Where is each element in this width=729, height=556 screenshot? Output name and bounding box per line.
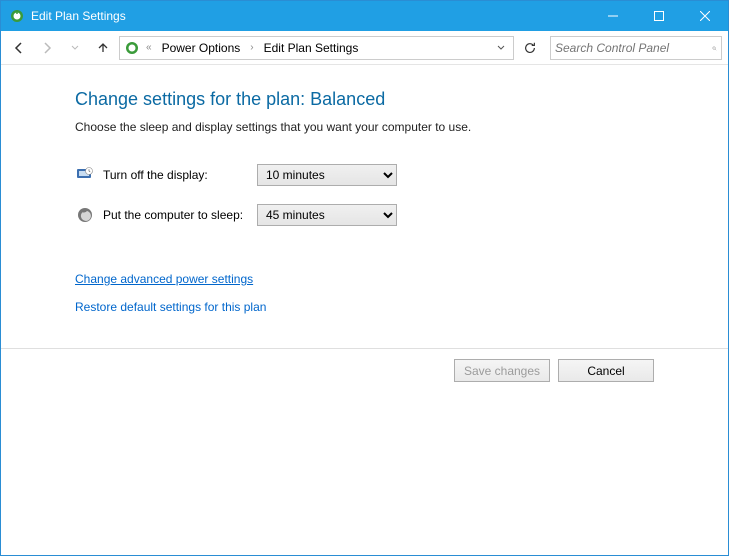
breadcrumb-dropdown[interactable] (493, 37, 509, 59)
select-turn-off-display[interactable]: 10 minutes (257, 164, 397, 186)
save-button: Save changes (454, 359, 550, 382)
maximize-button[interactable] (636, 1, 682, 31)
refresh-button[interactable] (518, 36, 542, 60)
titlebar: Edit Plan Settings (1, 1, 728, 31)
label-turn-off-display: Turn off the display: (103, 168, 257, 182)
window-title: Edit Plan Settings (31, 9, 126, 23)
breadcrumb[interactable]: « Power Options › Edit Plan Settings (119, 36, 514, 60)
display-icon (75, 165, 95, 185)
select-sleep[interactable]: 45 minutes (257, 204, 397, 226)
power-options-icon (9, 8, 25, 24)
breadcrumb-prefix: « (144, 42, 154, 53)
breadcrumb-seg-edit-plan[interactable]: Edit Plan Settings (260, 37, 363, 59)
back-button[interactable] (7, 36, 31, 60)
forward-button[interactable] (35, 36, 59, 60)
power-options-icon (124, 40, 140, 56)
up-button[interactable] (91, 36, 115, 60)
footer: Save changes Cancel (1, 348, 728, 392)
close-button[interactable] (682, 1, 728, 31)
search-box[interactable] (550, 36, 722, 60)
recent-locations-dropdown[interactable] (63, 36, 87, 60)
content: Change settings for the plan: Balanced C… (1, 65, 728, 555)
breadcrumb-seg-power-options[interactable]: Power Options (158, 37, 245, 59)
minimize-button[interactable] (590, 1, 636, 31)
toolbar: « Power Options › Edit Plan Settings (1, 31, 728, 65)
chevron-right-icon: › (248, 42, 255, 53)
page-subdesc: Choose the sleep and display settings th… (75, 120, 728, 134)
cancel-button[interactable]: Cancel (558, 359, 654, 382)
link-advanced-settings[interactable]: Change advanced power settings (75, 272, 253, 286)
row-sleep: Put the computer to sleep: 45 minutes (75, 204, 728, 226)
label-sleep: Put the computer to sleep: (103, 208, 257, 222)
row-turn-off-display: Turn off the display: 10 minutes (75, 164, 728, 186)
search-input[interactable] (555, 41, 712, 55)
link-restore-defaults[interactable]: Restore default settings for this plan (75, 300, 266, 314)
search-icon[interactable] (712, 40, 717, 56)
page-heading: Change settings for the plan: Balanced (75, 89, 728, 110)
sleep-icon (75, 205, 95, 225)
